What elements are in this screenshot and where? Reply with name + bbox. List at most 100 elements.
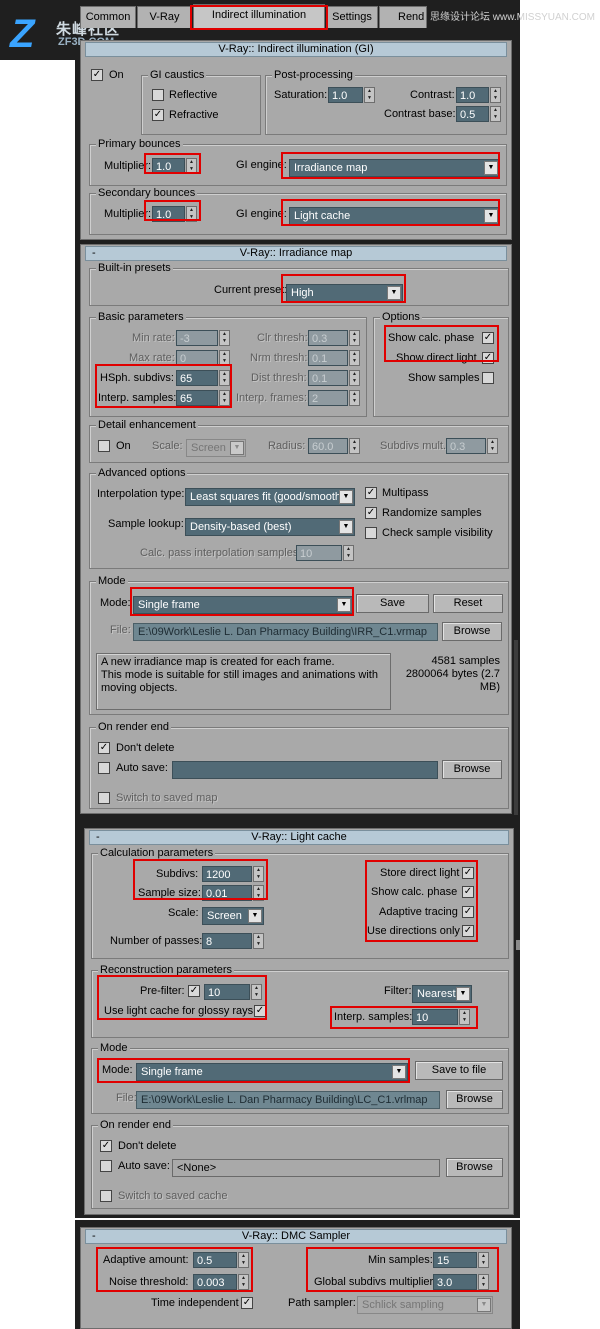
tab-indirect-illumination[interactable]: Indirect illumination <box>193 4 325 29</box>
contrast-base-spinner[interactable]: 0.5 ▲ ▼ <box>456 106 501 122</box>
check-visibility-checkbox[interactable] <box>365 527 377 539</box>
adaptive-tracing-label: Adaptive tracing <box>379 906 458 918</box>
interpolation-type-dropdown[interactable]: Least squares fit (good/smooth) ▼ <box>185 488 355 506</box>
tab-common[interactable]: Common <box>80 6 136 28</box>
saturation-spinner[interactable]: 1.0 ▲ ▼ <box>328 87 375 103</box>
use-directions-checkbox[interactable]: ✓ <box>462 925 474 937</box>
primary-gi-engine-dropdown[interactable]: Irradiance map ▼ <box>289 159 500 177</box>
presets-group: Built-in presets Current preset: High ▼ <box>89 261 509 306</box>
post-processing-title: Post-processing <box>272 68 355 82</box>
global-subdivs-spinner[interactable]: 3.0 ▲ ▼ <box>433 1274 489 1290</box>
path-sampler-dropdown[interactable]: Schlick sampling ▼ <box>357 1296 493 1314</box>
store-direct-checkbox[interactable]: ✓ <box>462 867 474 879</box>
lc-mode-group: Mode Mode: Single frame ▼ Save to file Fi… <box>91 1041 509 1114</box>
irr-reset-button[interactable]: Reset <box>433 594 503 613</box>
adaptive-tracing-checkbox[interactable]: ✓ <box>462 906 474 918</box>
tab-vray[interactable]: V-Ray <box>137 6 192 28</box>
lc-scroll-marker[interactable] <box>516 940 520 950</box>
tab-settings[interactable]: Settings <box>326 6 378 28</box>
irr-save-button[interactable]: Save <box>356 594 429 613</box>
prefilter-label: Pre-filter: <box>140 985 185 997</box>
irr-auto-save-path[interactable] <box>172 761 438 779</box>
lc-show-calc-checkbox[interactable]: ✓ <box>462 886 474 898</box>
lc-filter-dropdown[interactable]: Nearest ▼ <box>412 985 472 1003</box>
min-rate-spinner[interactable]: -3 ▲ ▼ <box>176 330 230 346</box>
irr-mode-description: A new irradiance map is created for each… <box>96 653 391 710</box>
max-rate-label: Max rate: <box>129 352 175 364</box>
irr-auto-save-label: Auto save: <box>116 762 168 774</box>
irr-mode-title: Mode <box>96 574 128 588</box>
adaptive-amount-spinner[interactable]: 0.5 ▲ ▼ <box>193 1252 249 1268</box>
irr-auto-save-browse-button[interactable]: Browse <box>442 760 502 779</box>
refractive-checkbox[interactable]: ✓ <box>152 109 164 121</box>
hsph-subdivs-spinner[interactable]: 65 ▲ ▼ <box>176 370 230 386</box>
lc-subdivs-spinner[interactable]: 1200 ▲ ▼ <box>202 866 264 882</box>
options-title: Options <box>380 310 422 324</box>
irr-auto-save-checkbox[interactable] <box>98 762 110 774</box>
lc-auto-save-browse-button[interactable]: Browse <box>446 1158 503 1177</box>
calc-pass-spinner[interactable]: 10 ▲ ▼ <box>296 545 354 561</box>
detail-scale-dropdown[interactable]: Screen ▼ <box>186 439 246 457</box>
detail-scale-label: Scale: <box>152 440 183 452</box>
lc-sample-size-spinner[interactable]: 0.01 ▲ ▼ <box>202 885 264 901</box>
irr-render-end-title: On render end <box>96 720 171 734</box>
clr-thresh-spinner[interactable]: 0.3 ▲ ▼ <box>308 330 360 346</box>
secondary-gi-engine-dropdown[interactable]: Light cache ▼ <box>289 207 500 225</box>
irr-dont-delete-checkbox[interactable]: ✓ <box>98 742 110 754</box>
detail-on-checkbox[interactable] <box>98 440 110 452</box>
nrm-thresh-label: Nrm thresh: <box>250 352 308 364</box>
multipass-checkbox[interactable]: ✓ <box>365 487 377 499</box>
prefilter-spinner[interactable]: 10 ▲ ▼ <box>204 984 262 1000</box>
switch-saved-cache-checkbox[interactable] <box>100 1190 112 1202</box>
lc-file-path[interactable]: E:\09Work\Leslie L. Dan Pharmacy Buildin… <box>136 1091 440 1109</box>
glossy-rays-checkbox[interactable]: ✓ <box>254 1005 266 1017</box>
secondary-multiplier-spinner[interactable]: 1.0 ▲ ▼ <box>152 206 197 222</box>
time-independent-checkbox[interactable]: ✓ <box>241 1297 253 1309</box>
lc-passes-spinner[interactable]: 8 ▲ ▼ <box>202 933 264 949</box>
path-sampler-label: Path sampler: <box>288 1297 356 1309</box>
show-samples-checkbox[interactable] <box>482 372 494 384</box>
radius-spinner[interactable]: 60.0 ▲ ▼ <box>308 438 360 454</box>
lc-auto-save-path[interactable]: <None> <box>172 1159 440 1177</box>
switch-saved-map-label: Switch to saved map <box>116 792 218 804</box>
noise-threshold-spinner[interactable]: 0.003 ▲ ▼ <box>193 1274 249 1290</box>
lc-browse-button[interactable]: Browse <box>446 1090 503 1109</box>
min-samples-spinner[interactable]: 15 ▲ ▼ <box>433 1252 489 1268</box>
nrm-thresh-spinner[interactable]: 0.1 ▲ ▼ <box>308 350 360 366</box>
dist-thresh-spinner[interactable]: 0.1 ▲ ▼ <box>308 370 360 386</box>
reflective-checkbox[interactable] <box>152 89 164 101</box>
multipass-label: Multipass <box>382 487 429 499</box>
irr-mode-dropdown[interactable]: Single frame ▼ <box>133 596 353 614</box>
lc-scale-dropdown[interactable]: Screen ▼ <box>202 907 264 925</box>
show-calc-phase-checkbox[interactable]: ✓ <box>482 332 494 344</box>
irradiance-rollout-title[interactable]: - V-Ray:: Irradiance map <box>85 246 507 261</box>
current-preset-dropdown[interactable]: High ▼ <box>286 284 403 302</box>
primary-multiplier-spinner[interactable]: 1.0 ▲ ▼ <box>152 158 197 174</box>
detail-enhancement-title: Detail enhancement <box>96 418 198 432</box>
top-scrollbar[interactable] <box>514 640 518 815</box>
irr-file-path[interactable]: E:\09Work\Leslie L. Dan Pharmacy Buildin… <box>133 623 438 641</box>
randomize-samples-checkbox[interactable]: ✓ <box>365 507 377 519</box>
max-rate-spinner[interactable]: 0 ▲ ▼ <box>176 350 230 366</box>
tab-render-elements[interactable]: Rend <box>379 6 427 28</box>
lc-dont-delete-checkbox[interactable]: ✓ <box>100 1140 112 1152</box>
irr-samples-count: 4581 samples <box>431 655 501 667</box>
gi-on-checkbox[interactable]: ✓ <box>91 69 103 81</box>
lc-mode-dropdown[interactable]: Single frame ▼ <box>136 1063 408 1081</box>
light-cache-rollout-title[interactable]: - V-Ray:: Light cache <box>89 830 509 845</box>
dmc-rollout-title[interactable]: - V-Ray:: DMC Sampler <box>85 1229 507 1244</box>
sample-lookup-dropdown[interactable]: Density-based (best) ▼ <box>185 518 355 536</box>
save-to-file-button[interactable]: Save to file <box>415 1061 503 1080</box>
gi-rollout-title[interactable]: V-Ray:: Indirect illumination (GI) <box>85 42 507 57</box>
show-direct-light-checkbox[interactable]: ✓ <box>482 352 494 364</box>
lc-interp-samples-spinner[interactable]: 10 ▲ ▼ <box>412 1009 470 1025</box>
contrast-spinner[interactable]: 1.0 ▲ ▼ <box>456 87 501 103</box>
switch-saved-map-checkbox[interactable] <box>98 792 110 804</box>
irr-browse-button[interactable]: Browse <box>442 622 502 641</box>
subdivs-mult-spinner[interactable]: 0.3 ▲ ▼ <box>446 438 498 454</box>
prefilter-checkbox[interactable]: ✓ <box>188 985 200 997</box>
interp-frames-spinner[interactable]: 2 ▲ ▼ <box>308 390 360 406</box>
lc-auto-save-checkbox[interactable] <box>100 1160 112 1172</box>
clr-thresh-label: Clr thresh: <box>257 332 308 344</box>
interp-samples-spinner[interactable]: 65 ▲ ▼ <box>176 390 230 406</box>
